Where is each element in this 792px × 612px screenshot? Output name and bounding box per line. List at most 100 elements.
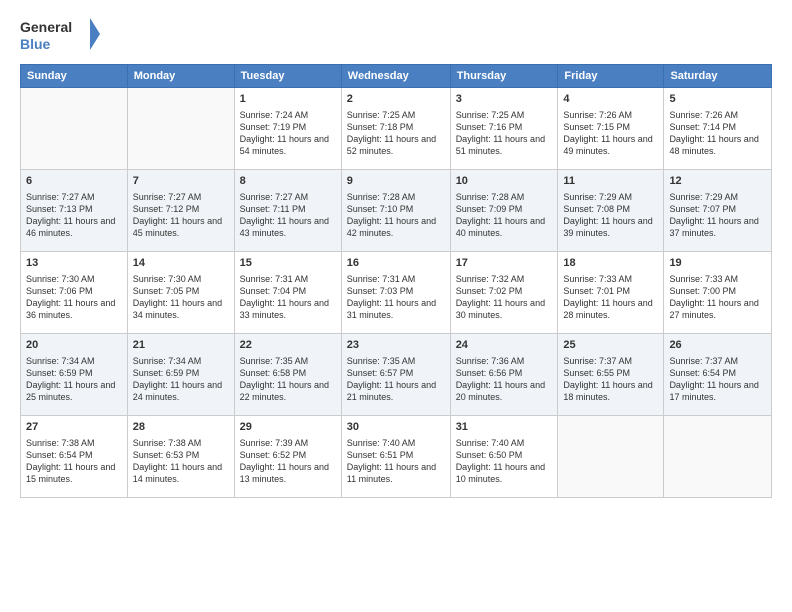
sunset-text: Sunset: 7:13 PM: [26, 204, 93, 214]
col-header-friday: Friday: [558, 65, 664, 88]
daylight-text: Daylight: 11 hours and 39 minutes.: [563, 216, 652, 238]
day-number: 4: [563, 92, 658, 107]
calendar-week-row: 13Sunrise: 7:30 AMSunset: 7:06 PMDayligh…: [21, 252, 772, 334]
daylight-text: Daylight: 11 hours and 25 minutes.: [26, 380, 115, 402]
sunset-text: Sunset: 6:52 PM: [240, 450, 307, 460]
day-number: 17: [456, 256, 553, 271]
daylight-text: Daylight: 11 hours and 48 minutes.: [669, 134, 758, 156]
sunset-text: Sunset: 7:15 PM: [563, 122, 630, 132]
sunrise-text: Sunrise: 7:24 AM: [240, 110, 309, 120]
day-number: 21: [133, 338, 229, 353]
day-number: 16: [347, 256, 445, 271]
day-number: 27: [26, 420, 122, 435]
daylight-text: Daylight: 11 hours and 49 minutes.: [563, 134, 652, 156]
calendar-cell: [664, 416, 772, 498]
page: General Blue SundayMondayTuesdayWednesda…: [0, 0, 792, 612]
calendar-cell: 4 Sunrise: 7:26 AM Sunset: 7:15 PM Daylight…: [558, 88, 664, 170]
daylight-text: Daylight: 11 hours and 10 minutes.: [456, 462, 545, 484]
daylight-text: Daylight: 11 hours and 36 minutes.: [26, 298, 115, 320]
daylight-text: Daylight: 11 hours and 54 minutes.: [240, 134, 329, 156]
calendar-week-row: 27 Sunrise: 7:38 AM Sunset: 6:54 PM Dayligh…: [21, 416, 772, 498]
sunrise-text: Sunrise: 7:29 AM: [669, 192, 738, 202]
day-number: 28: [133, 420, 229, 435]
calendar-cell: [558, 416, 664, 498]
day-number: 1: [240, 92, 336, 107]
sunset-text: Sunset: 7:08 PM: [563, 204, 630, 214]
svg-text:Blue: Blue: [20, 36, 51, 52]
daylight-text: Daylight: 11 hours and 17 minutes.: [669, 380, 758, 402]
calendar-week-row: 1Sunrise: 7:24 AMSunset: 7:19 PMDaylight…: [21, 88, 772, 170]
sunrise-text: Sunrise: 7:38 AM: [133, 438, 202, 448]
daylight-text: Daylight: 11 hours and 13 minutes.: [240, 462, 329, 484]
sunset-text: Sunset: 6:50 PM: [456, 450, 523, 460]
calendar-cell: 27Sunrise: 7:38 AMSunset: 6:54 PMDayligh…: [21, 416, 128, 498]
calendar-cell: 22Sunrise: 7:35 AMSunset: 6:58 PMDayligh…: [234, 334, 341, 416]
calendar-cell: 25Sunrise: 7:37 AMSunset: 6:55 PMDayligh…: [558, 334, 664, 416]
sunset-text: Sunset: 6:54 PM: [26, 450, 93, 460]
sunset-text: Sunset: 6:56 PM: [456, 368, 523, 378]
logo-svg: General Blue: [20, 16, 100, 54]
daylight-text: Daylight: 11 hours and 46 minutes.: [26, 216, 115, 238]
calendar-cell: 2Sunrise: 7:25 AMSunset: 7:18 PMDaylight…: [341, 88, 450, 170]
sunrise-text: Sunrise: 7:39 AM: [240, 438, 309, 448]
calendar-cell: 7Sunrise: 7:27 AMSunset: 7:12 PMDaylight…: [127, 170, 234, 252]
sunrise-text: Sunrise: 7:38 AM: [26, 438, 95, 448]
sunset-text: Sunset: 6:54 PM: [669, 368, 736, 378]
daylight-text: Daylight: 11 hours and 27 minutes.: [669, 298, 758, 320]
sunset-text: Sunset: 7:02 PM: [456, 286, 523, 296]
col-header-saturday: Saturday: [664, 65, 772, 88]
daylight-text: Daylight: 11 hours and 40 minutes.: [456, 216, 545, 238]
sunrise-text: Sunrise: 7:27 AM: [26, 192, 95, 202]
daylight-text: Daylight: 11 hours and 43 minutes.: [240, 216, 329, 238]
sunrise-text: Sunrise: 7:36 AM: [456, 356, 525, 366]
sunrise-text: Sunrise: 7:35 AM: [347, 356, 416, 366]
calendar-cell: 1Sunrise: 7:24 AMSunset: 7:19 PMDaylight…: [234, 88, 341, 170]
sunrise-text: Sunrise: 7:25 AM: [456, 110, 525, 120]
daylight-text: Daylight: 11 hours and 30 minutes.: [456, 298, 545, 320]
sunset-text: Sunset: 6:55 PM: [563, 368, 630, 378]
sunrise-text: Sunrise: 7:40 AM: [456, 438, 525, 448]
sunrise-text: Sunrise: 7:26 AM: [563, 110, 632, 120]
day-number: 7: [133, 174, 229, 189]
sunrise-text: Sunrise: 7:28 AM: [456, 192, 525, 202]
daylight-text: Daylight: 11 hours and 22 minutes.: [240, 380, 329, 402]
daylight-text: Daylight: 11 hours and 31 minutes.: [347, 298, 436, 320]
day-number: 29: [240, 420, 336, 435]
day-number: 15: [240, 256, 336, 271]
sunset-text: Sunset: 6:51 PM: [347, 450, 414, 460]
calendar-cell: 12Sunrise: 7:29 AMSunset: 7:07 PMDayligh…: [664, 170, 772, 252]
sunset-text: Sunset: 6:57 PM: [347, 368, 414, 378]
logo: General Blue: [20, 16, 100, 54]
calendar-cell: 15Sunrise: 7:31 AMSunset: 7:04 PMDayligh…: [234, 252, 341, 334]
daylight-text: Daylight: 11 hours and 18 minutes.: [563, 380, 652, 402]
calendar-week-row: 20 Sunrise: 7:34 AM Sunset: 6:59 PM Dayligh…: [21, 334, 772, 416]
calendar-cell: 21Sunrise: 7:34 AMSunset: 6:59 PMDayligh…: [127, 334, 234, 416]
sunrise-text: Sunrise: 7:30 AM: [26, 274, 95, 284]
calendar-cell: 28Sunrise: 7:38 AMSunset: 6:53 PMDayligh…: [127, 416, 234, 498]
sunrise-text: Sunrise: 7:33 AM: [669, 274, 738, 284]
col-header-tuesday: Tuesday: [234, 65, 341, 88]
sunrise-text: Sunrise: 7:34 AM: [133, 356, 202, 366]
sunrise-text: Sunrise: 7:37 AM: [563, 356, 632, 366]
day-number: 11: [563, 174, 658, 189]
sunrise-text: Sunrise: 7:30 AM: [133, 274, 202, 284]
day-number: 10: [456, 174, 553, 189]
sunrise-text: Sunrise: 7:26 AM: [669, 110, 738, 120]
day-number: 13: [26, 256, 122, 271]
calendar-cell: [21, 88, 128, 170]
sunrise-text: Sunrise: 7:34 AM: [26, 356, 95, 366]
col-header-wednesday: Wednesday: [341, 65, 450, 88]
daylight-text: Daylight: 11 hours and 51 minutes.: [456, 134, 545, 156]
calendar-cell: 19 Sunrise: 7:33 AM Sunset: 7:00 PM Dayligh…: [664, 252, 772, 334]
day-number: 20: [26, 338, 122, 353]
sunset-text: Sunset: 7:03 PM: [347, 286, 414, 296]
sunrise-text: Sunrise: 7:31 AM: [240, 274, 309, 284]
daylight-text: Daylight: 11 hours and 14 minutes.: [133, 462, 222, 484]
daylight-text: Daylight: 11 hours and 11 minutes.: [347, 462, 436, 484]
sunset-text: Sunset: 6:59 PM: [26, 368, 93, 378]
calendar-cell: 17Sunrise: 7:32 AMSunset: 7:02 PMDayligh…: [450, 252, 558, 334]
day-number: 6: [26, 174, 122, 189]
sunset-text: Sunset: 7:00 PM: [669, 286, 736, 296]
daylight-text: Daylight: 11 hours and 21 minutes.: [347, 380, 436, 402]
day-number: 19: [669, 256, 766, 271]
